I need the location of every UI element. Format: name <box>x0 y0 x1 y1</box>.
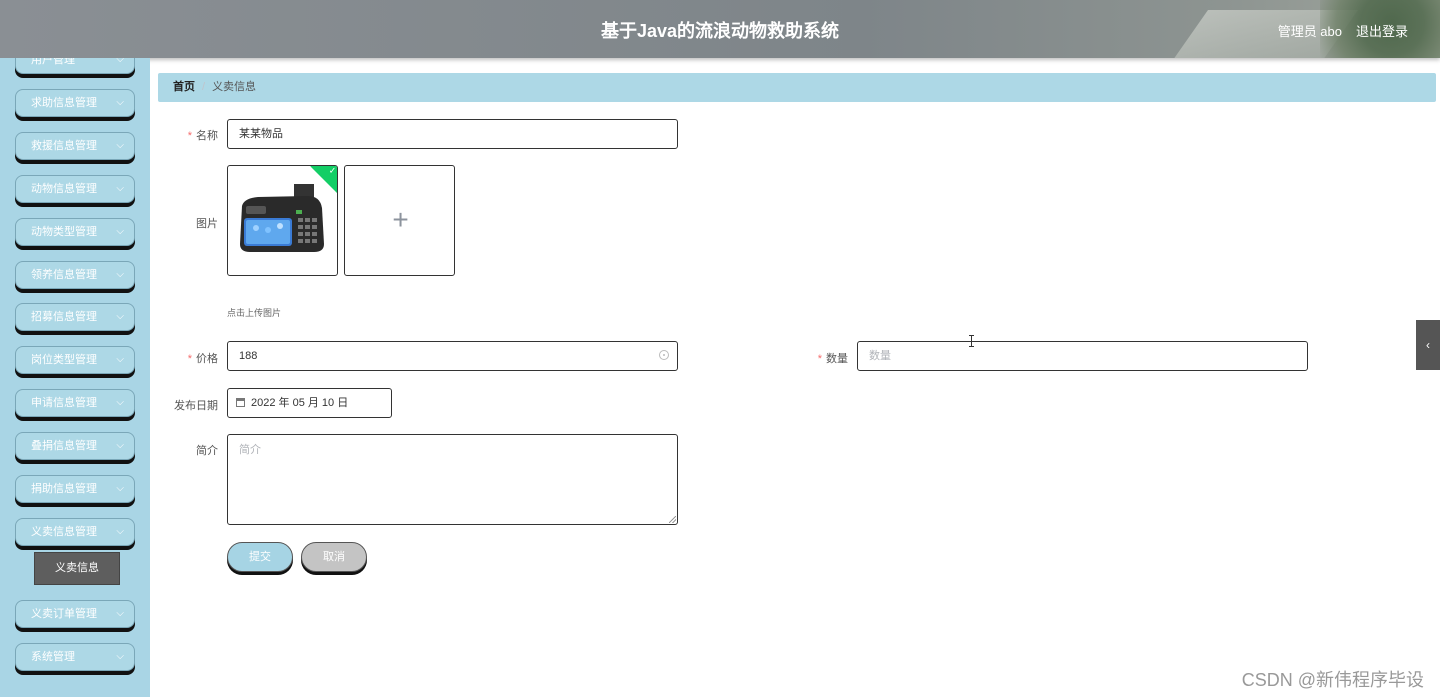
chevron-down-icon: ⌵ <box>116 440 124 451</box>
sidebar-item-label: 求助信息管理 <box>31 97 97 109</box>
side-panel-toggle[interactable]: ‹ <box>1416 320 1440 370</box>
quantity-label: * 数量 <box>817 353 848 365</box>
chevron-down-icon: ⌵ <box>116 311 124 322</box>
sidebar-item-recruit-info[interactable]: 招募信息管理 ⌵ <box>15 303 135 331</box>
intro-placeholder: 简介 <box>239 444 261 456</box>
breadcrumb-current: 义卖信息 <box>212 81 257 93</box>
chevron-down-icon: ⌵ <box>116 526 124 537</box>
quantity-placeholder: 数量 <box>869 350 891 362</box>
chevron-down-icon: ⌵ <box>116 97 124 108</box>
current-user: 管理员 abo <box>1277 24 1342 39</box>
intro-label: 简介 <box>196 445 218 457</box>
sidebar-item-label: 用户管理 <box>31 58 75 66</box>
chevron-down-icon: ⌵ <box>116 58 124 65</box>
chevron-down-icon: ⌵ <box>116 269 124 280</box>
check-icon: ✓ <box>328 165 337 176</box>
sidebar-item-label: 招募信息管理 <box>31 311 97 323</box>
image-label: 图片 <box>196 218 218 230</box>
sidebar-item-rescue-info[interactable]: 救援信息管理 ⌵ <box>15 132 135 160</box>
sidebar-item-label: 义卖信息管理 <box>31 526 97 538</box>
sidebar-item-label: 捐助信息管理 <box>31 483 97 495</box>
chevron-down-icon: ⌵ <box>116 140 124 151</box>
name-label: * 名称 <box>187 130 218 142</box>
sidebar-item-donation-info[interactable]: 捐助信息管理 ⌵ <box>15 475 135 503</box>
breadcrumb-home[interactable]: 首页 <box>173 81 195 93</box>
upload-image-button[interactable]: + <box>344 165 455 276</box>
sidebar-item-animal-info[interactable]: 动物信息管理 ⌵ <box>15 175 135 203</box>
text-cursor-icon <box>969 335 974 347</box>
price-input[interactable]: 188 <box>227 341 678 371</box>
price-value: 188 <box>239 350 258 362</box>
chevron-down-icon: ⌵ <box>116 608 124 619</box>
clear-icon[interactable] <box>659 350 669 360</box>
intro-textarea[interactable]: 简介 <box>227 434 678 525</box>
sidebar-item-adoption-info[interactable]: 领养信息管理 ⌵ <box>15 261 135 289</box>
sidebar-item-label: 系统管理 <box>31 651 75 663</box>
sidebar-item-label: 义卖订单管理 <box>31 608 97 620</box>
app-title: 基于Java的流浪动物救助系统 <box>600 21 840 41</box>
chevron-down-icon: ⌵ <box>116 397 124 408</box>
plus-icon: + <box>392 204 409 235</box>
cancel-button[interactable]: 取消 <box>301 542 367 572</box>
chevron-left-icon: ‹ <box>1426 338 1430 352</box>
sidebar-item-system[interactable]: 系统管理 ⌵ <box>15 643 135 671</box>
sidebar-item-position-type[interactable]: 岗位类型管理 ⌵ <box>15 346 135 374</box>
top-header: 基于Java的流浪动物救助系统 管理员 abo 退出登录 <box>0 0 1440 58</box>
pos-terminal-image <box>240 184 324 252</box>
publish-date-value: 2022 年 05 月 10 日 <box>251 397 349 409</box>
sidebar-item-label: 救援信息管理 <box>31 140 97 152</box>
sidebar-item-donation-record[interactable]: 叠捐信息管理 ⌵ <box>15 432 135 460</box>
chevron-down-icon: ⌵ <box>116 483 124 494</box>
chevron-down-icon: ⌵ <box>116 651 124 662</box>
submit-button[interactable]: 提交 <box>227 542 293 572</box>
name-input[interactable]: 某某物品 <box>227 119 678 149</box>
sidebar-item-user-management[interactable]: 用户管理 ⌵ <box>15 58 135 74</box>
watermark: CSDN @新伟程序毕设 <box>1241 670 1424 690</box>
chevron-down-icon: ⌵ <box>116 354 124 365</box>
publish-date-picker[interactable]: 2022 年 05 月 10 日 <box>227 388 392 418</box>
sidebar-item-label: 叠捐信息管理 <box>31 440 97 452</box>
chevron-down-icon: ⌵ <box>116 226 124 237</box>
chevron-down-icon: ⌵ <box>116 183 124 194</box>
quantity-input[interactable]: 数量 <box>857 341 1308 371</box>
sidebar-item-sale-orders[interactable]: 义卖订单管理 ⌵ <box>15 600 135 628</box>
sidebar-item-label: 动物信息管理 <box>31 183 97 195</box>
upload-hint: 点击上传图片 <box>227 308 282 318</box>
sidebar-item-label: 领养信息管理 <box>31 269 97 281</box>
sidebar: 用户管理 ⌵ 求助信息管理 ⌵ 救援信息管理 ⌵ 动物信息管理 ⌵ 动物类型管理 ⌵ 领养… <box>0 58 150 697</box>
resize-handle-icon[interactable] <box>669 516 676 523</box>
breadcrumb: 首页 / 义卖信息 <box>158 73 1436 102</box>
publish-date-label: 发布日期 <box>174 400 218 412</box>
sidebar-item-application-info[interactable]: 申请信息管理 ⌵ <box>15 389 135 417</box>
sidebar-item-label: 申请信息管理 <box>31 397 97 409</box>
sidebar-item-label: 动物类型管理 <box>31 226 97 238</box>
calendar-icon <box>236 398 245 407</box>
sidebar-item-charity-sale[interactable]: 义卖信息管理 ⌵ <box>15 518 135 546</box>
submenu-item-charity-sale[interactable]: 义卖信息 <box>34 552 120 585</box>
uploaded-image[interactable]: ✓ <box>227 165 338 276</box>
sidebar-item-animal-type[interactable]: 动物类型管理 ⌵ <box>15 218 135 246</box>
sidebar-item-help-info[interactable]: 求助信息管理 ⌵ <box>15 89 135 117</box>
logout-link[interactable]: 退出登录 <box>1356 21 1408 40</box>
breadcrumb-separator: / <box>202 81 206 93</box>
price-label: * 价格 <box>187 353 218 365</box>
sidebar-item-label: 岗位类型管理 <box>31 354 97 366</box>
